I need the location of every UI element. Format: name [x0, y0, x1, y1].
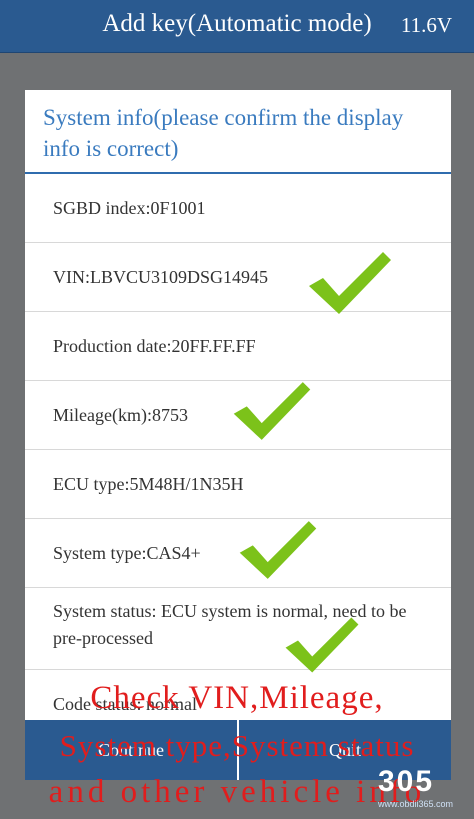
- battery-voltage: 11.6V: [400, 13, 452, 37]
- info-row-label: Production date:20FF.FF.FF: [53, 336, 256, 356]
- app-header: Add key(Automatic mode) 11.6V: [0, 0, 474, 53]
- logo-text: 305: [378, 765, 435, 798]
- info-row-label: ECU type:5M48H/1N35H: [53, 474, 244, 494]
- watermark-logo: 305 www.obdii365.com: [378, 765, 468, 815]
- info-row-production-date: Production date:20FF.FF.FF: [25, 312, 451, 381]
- info-row-sgbd: SGBD index:0F1001: [25, 174, 451, 243]
- annotation-line-1: Check VIN,Mileage,: [90, 680, 384, 716]
- checkmark-icon: [285, 617, 359, 673]
- info-row-ecu-type: ECU type:5M48H/1N35H: [25, 450, 451, 519]
- info-row-label: Mileage(km):8753: [53, 405, 188, 425]
- info-row-label: VIN:LBVCU3109DSG14945: [53, 267, 269, 287]
- info-row-label: SGBD index:0F1001: [53, 198, 206, 218]
- info-row-system-status: System status: ECU system is normal, nee…: [25, 588, 451, 670]
- logo-site: www.obdii365.com: [378, 799, 454, 809]
- checkmark-icon: [309, 252, 391, 314]
- dialog-title: System info(please confirm the display i…: [43, 105, 404, 161]
- info-row-label: System status: ECU system is normal, nee…: [53, 601, 407, 648]
- checkmark-icon: [233, 382, 311, 440]
- annotation-line-2: System type,System status: [59, 728, 415, 763]
- info-row-label: System type:CAS4+: [53, 543, 201, 563]
- checkmark-icon: [239, 521, 317, 579]
